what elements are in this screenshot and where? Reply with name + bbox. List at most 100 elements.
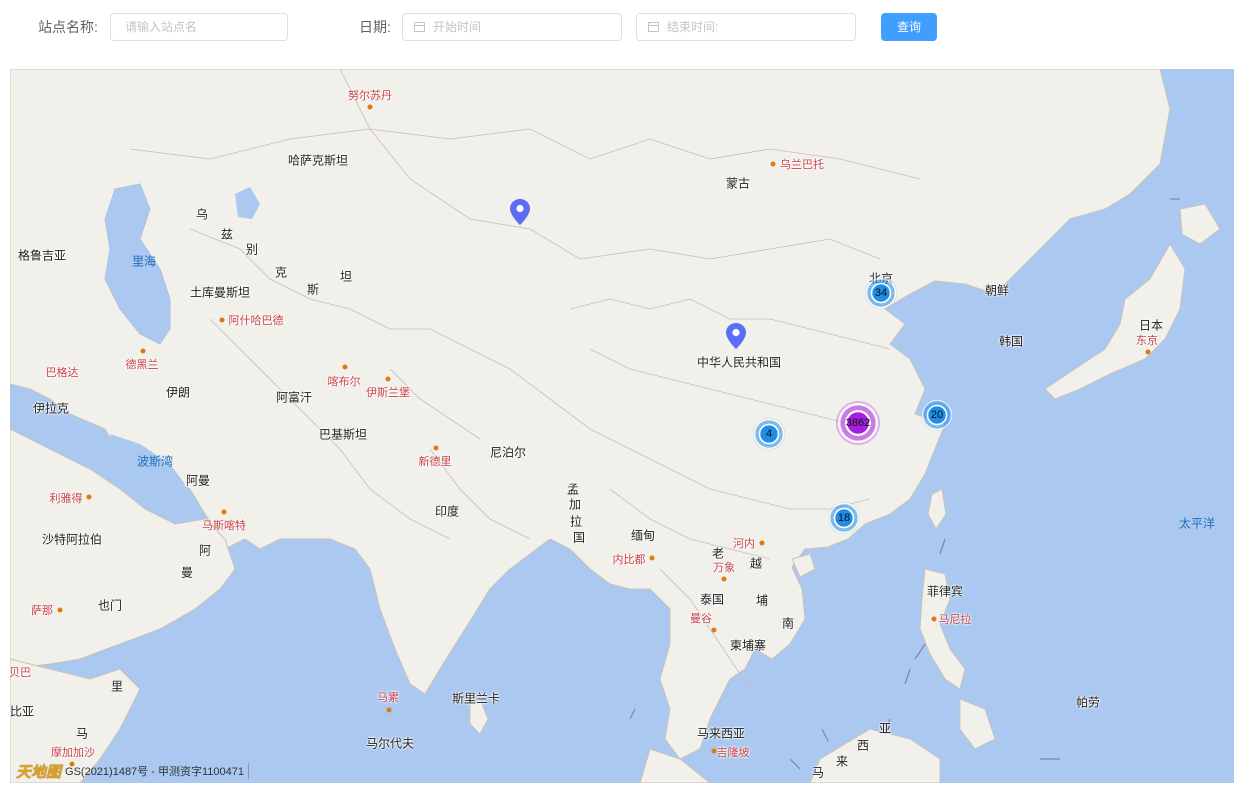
station-placeholder: 请输入站点名: [125, 20, 198, 34]
map-label: 哈萨克斯坦: [287, 153, 349, 168]
map-label: 东京: [1136, 335, 1158, 347]
capital-dot: [386, 707, 392, 713]
map-label: 阿什哈巴德: [228, 315, 284, 327]
map-label: 马: [811, 765, 825, 780]
map-label: 坦: [339, 269, 353, 284]
map-label: 阿: [198, 543, 212, 558]
capital-dot: [221, 509, 227, 515]
map-license: GS(2021)1487号 - 甲测资字1100471: [65, 763, 249, 779]
capital-dot: [1145, 349, 1151, 355]
map-label: 来: [835, 754, 849, 769]
map-label: 兹: [220, 227, 234, 242]
map-label: 乌兰巴托: [780, 159, 824, 171]
station-cluster[interactable]: 18: [828, 502, 860, 534]
map-label: 克: [274, 265, 288, 280]
map-label: 缅甸: [630, 528, 656, 543]
map-label: 马尼拉: [938, 614, 972, 626]
location-pin-icon[interactable]: [510, 199, 530, 225]
calendar-icon: [648, 22, 659, 32]
date-label: 日期:: [359, 19, 391, 35]
capital-dot: [711, 627, 717, 633]
map-label: 马累: [377, 692, 399, 704]
station-cluster[interactable]: 4: [753, 418, 785, 450]
map-label: 曼: [180, 565, 194, 580]
start-date-input[interactable]: 开始时间: [402, 13, 622, 41]
map-label: 国: [572, 530, 586, 545]
map-label: 伊朗: [165, 385, 191, 400]
map-label: 德黑兰: [125, 359, 159, 371]
map-label: 朝鲜: [984, 283, 1010, 298]
station-name-input[interactable]: 请输入站点名: [110, 13, 288, 41]
map-label: 比亚: [10, 704, 35, 719]
map-label: 里海: [131, 254, 157, 269]
map-attribution: 天地图 GS(2021)1487号 - 甲测资字1100471: [16, 761, 249, 781]
map-label: 沙特阿拉伯: [41, 532, 103, 547]
map-label: 马来西亚: [696, 726, 746, 741]
capital-dot: [367, 104, 373, 110]
cluster-count: 3862: [845, 417, 871, 429]
map-label: 里: [110, 679, 124, 694]
map-label: 内比都: [612, 554, 646, 566]
map-label: 新德里: [418, 456, 452, 468]
station-cluster[interactable]: 20: [921, 399, 953, 431]
search-toolbar: 站点名称: 请输入站点名 日期: 开始时间 结束时间: 查询: [0, 0, 1234, 56]
capital-dot: [433, 445, 439, 451]
map-label: 巴基斯坦: [318, 427, 368, 442]
cluster-count: 34: [874, 287, 888, 299]
capital-dot: [219, 317, 225, 323]
map-label: 拉: [569, 514, 583, 529]
map-label: 河内: [733, 538, 755, 550]
map-label: 帕劳: [1075, 695, 1101, 710]
map-label: 利雅得: [49, 493, 83, 505]
map-label: 吉隆坡: [716, 747, 750, 759]
map-label: 印度: [434, 504, 460, 519]
map-label: 喀布尔: [327, 376, 361, 388]
end-date-input[interactable]: 结束时间:: [636, 13, 856, 41]
map-label: 乌: [195, 207, 209, 222]
map-label: 马尔代夫: [365, 736, 415, 751]
map-label: 格鲁吉亚: [17, 248, 67, 263]
map-label: 别: [245, 242, 259, 257]
map-label: 斯: [306, 282, 320, 297]
map-label: 马: [75, 726, 89, 741]
map-label: 南: [781, 616, 795, 631]
station-cluster[interactable]: 34: [865, 277, 897, 309]
map-label: 万象: [713, 562, 735, 574]
map-label: 阿曼: [185, 473, 211, 488]
map-label: 土库曼斯坦: [189, 285, 251, 300]
map-label: 伊斯兰堡: [366, 387, 410, 399]
cluster-count: 18: [837, 512, 851, 524]
query-button[interactable]: 查询: [881, 13, 937, 41]
map-label: 中华人民共和国: [696, 355, 782, 370]
map-label: 曼谷: [690, 613, 712, 625]
capital-dot: [770, 161, 776, 167]
location-pin-icon[interactable]: [726, 323, 746, 349]
map-label: 柬埔寨: [729, 638, 767, 653]
capital-dot: [86, 494, 92, 500]
map-label: 努尔苏丹: [348, 90, 392, 102]
map-view[interactable]: 努尔苏丹 哈萨克斯坦 乌兰巴托 蒙古 乌 兹 别 克 斯 坦 格鲁吉亚 里海 土…: [10, 69, 1234, 783]
capital-dot: [931, 616, 937, 622]
capital-dot: [649, 555, 655, 561]
calendar-icon: [414, 22, 425, 32]
capital-dot: [140, 348, 146, 354]
map-label: 西: [856, 738, 870, 753]
map-label: 蒙古: [725, 176, 751, 191]
map-label: 韩国: [998, 334, 1024, 349]
end-date-placeholder: 结束时间:: [667, 20, 719, 34]
map-label: 亚: [878, 721, 892, 736]
tianditu-logo: 天地图: [16, 762, 62, 781]
map-label: 萨那: [31, 605, 53, 617]
station-cluster[interactable]: 3862: [836, 401, 880, 445]
capital-dot: [721, 576, 727, 582]
map-label: 阿富汗: [275, 390, 313, 405]
map-label: 摩加加沙: [51, 747, 95, 759]
start-date-placeholder: 开始时间: [433, 20, 482, 34]
map-label: 太平洋: [1178, 516, 1216, 531]
map-label: 伊拉克: [32, 401, 70, 416]
capital-dot: [342, 364, 348, 370]
map-label: 也门: [97, 598, 123, 613]
map-label: 斯里兰卡: [451, 691, 501, 706]
map-label: 巴格达: [45, 367, 79, 379]
capital-dot: [711, 748, 717, 754]
